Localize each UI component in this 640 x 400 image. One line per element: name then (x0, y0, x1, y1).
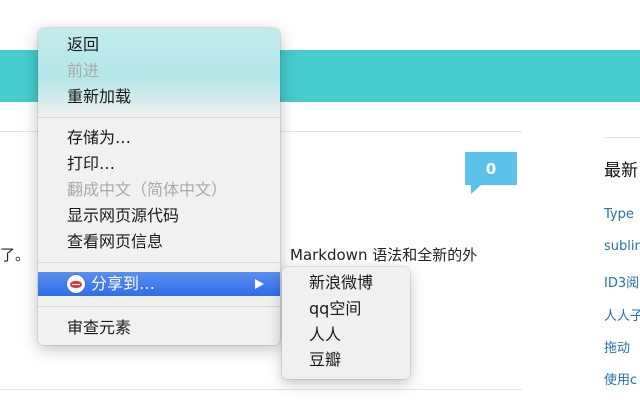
article-text-fragment: Markdown 语法和全新的外 (290, 246, 478, 264)
menu-item-translate: 翻成中文（简体中文） (67, 180, 228, 199)
menu-item-share-label: 分享到… (91, 274, 156, 293)
sidebar-link[interactable]: 人人子 (604, 305, 640, 324)
comment-count-badge[interactable]: 0 (465, 152, 517, 194)
share-item-weibo[interactable]: 新浪微博 (282, 270, 410, 295)
menu-separator (38, 306, 280, 307)
share-submenu: 新浪微博 qq空间 人人 豆瓣 (282, 267, 410, 379)
comment-count: 0 (485, 159, 497, 178)
share-item-renren[interactable]: 人人 (282, 322, 410, 347)
sidebar-link[interactable]: sublin (604, 239, 640, 254)
context-menu: 返回 前进 重新加载 存储为… 打印… 翻成中文（简体中文） 显示网页源代码 查… (38, 28, 280, 345)
sidebar-divider (604, 137, 640, 138)
menu-separator (38, 117, 280, 118)
divider (0, 389, 522, 390)
sidebar-link[interactable]: 使用c (604, 369, 637, 388)
sidebar-link[interactable]: ID3阅 (604, 272, 639, 291)
menu-item-reload[interactable]: 重新加载 (38, 84, 280, 110)
menu-item-share[interactable]: 分享到… (38, 272, 280, 296)
article-text-fragment: 了。 (0, 246, 31, 264)
menu-item-inspect-element[interactable]: 审查元素 (38, 315, 280, 341)
menu-item-back[interactable]: 返回 (38, 32, 280, 58)
submenu-arrow-icon (255, 279, 264, 289)
menu-item-page-info[interactable]: 查看网页信息 (38, 229, 280, 255)
menu-item-save-as[interactable]: 存储为… (38, 125, 280, 151)
menu-item-print[interactable]: 打印… (38, 151, 280, 177)
sidebar-link[interactable]: Type (604, 207, 634, 222)
lips-share-icon (67, 275, 85, 293)
sidebar-link[interactable]: 拖动 (604, 337, 630, 356)
menu-item-forward: 前进 (67, 61, 100, 80)
menu-item-view-source[interactable]: 显示网页源代码 (38, 203, 280, 229)
sidebar-heading: 最新 (604, 161, 638, 181)
share-item-qzone[interactable]: qq空间 (282, 296, 410, 321)
share-item-douban[interactable]: 豆瓣 (282, 347, 410, 372)
menu-separator (38, 262, 280, 263)
